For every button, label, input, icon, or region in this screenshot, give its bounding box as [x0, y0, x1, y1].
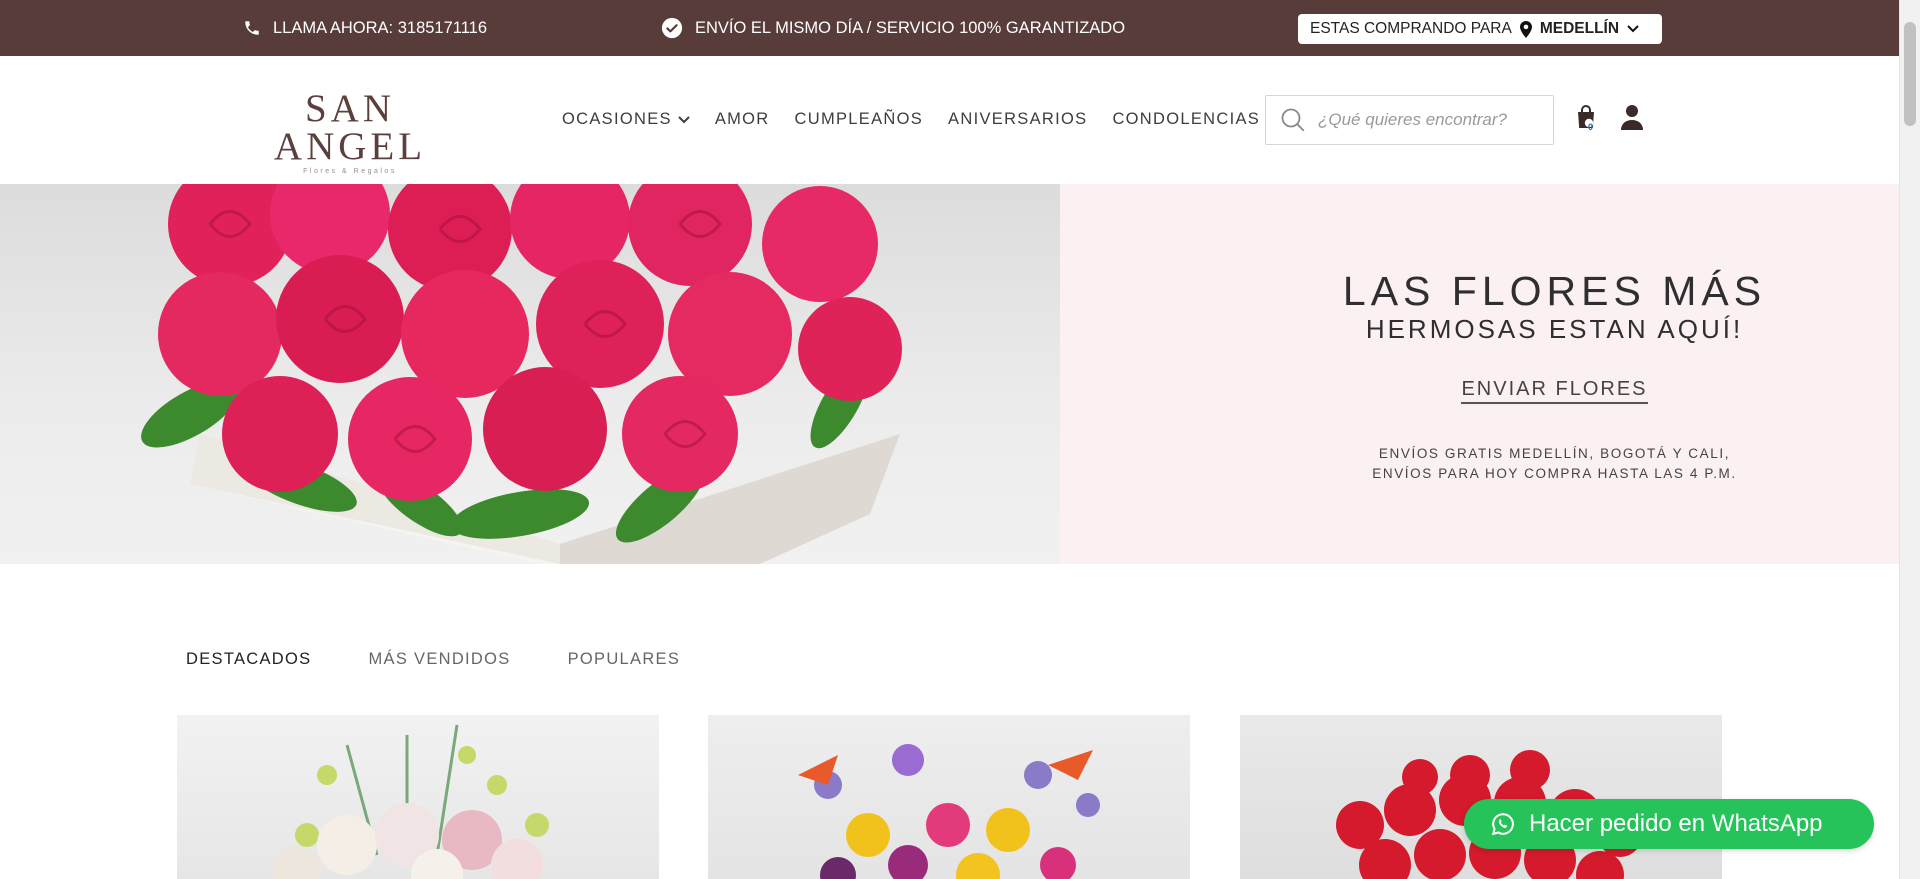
nav-label: CONDOLENCIAS: [1112, 110, 1261, 128]
hero-title: LAS FLORES MÁS: [1342, 268, 1767, 314]
product-card[interactable]: [177, 715, 659, 879]
send-flowers-link[interactable]: ENVIAR FLORES: [1060, 378, 1899, 404]
user-icon: [1620, 105, 1644, 135]
phone-icon: [243, 19, 261, 37]
map-pin-icon: [1519, 20, 1532, 38]
shopping-bag-icon: [1574, 105, 1598, 134]
call-now[interactable]: LLAMA AHORA: 3185171116: [243, 0, 487, 56]
logo-name: SAN ANGEL: [273, 87, 427, 168]
tab-mas-vendidos[interactable]: MÁS VENDIDOS: [368, 650, 510, 669]
nav-item-ocasiones[interactable]: OCASIONES: [562, 110, 690, 129]
logo-tagline: Flores & Regalos: [303, 168, 397, 175]
cart-button[interactable]: 0: [1574, 104, 1602, 136]
search-input[interactable]: [1318, 110, 1538, 130]
product-image: [1336, 750, 1642, 879]
hero-note-line2: ENVÍOS PARA HOY COMPRA HASTA LAS 4 P.M.: [1372, 466, 1737, 481]
search-box[interactable]: [1265, 95, 1554, 145]
account-button[interactable]: [1620, 104, 1644, 132]
check-circle-icon: [661, 17, 683, 39]
shipping-guarantee: ENVÍO EL MISMO DÍA / SERVICIO 100% GARAN…: [661, 0, 1125, 56]
hero-note-line1: ENVÍOS GRATIS MEDELLÍN, BOGOTÁ Y CALI,: [1378, 446, 1731, 461]
nav-label: ANIVERSARIOS: [948, 110, 1088, 128]
city-selector[interactable]: ESTAS COMPRANDO PARA MEDELLÍN: [1298, 14, 1662, 44]
hero-roses-image: [0, 184, 1060, 564]
page: LLAMA AHORA: 3185171116 ENVÍO EL MISMO D…: [0, 0, 1920, 879]
whatsapp-icon: [1491, 812, 1515, 836]
shipping-text: ENVÍO EL MISMO DÍA / SERVICIO 100% GARAN…: [695, 18, 1126, 37]
city-name: MEDELLÍN: [1539, 20, 1620, 37]
scrollbar[interactable]: [1899, 0, 1920, 879]
nav-item-cumpleanos[interactable]: CUMPLEAÑOS: [795, 110, 924, 129]
chevron-down-icon: [1627, 25, 1639, 33]
nav-item-amor[interactable]: AMOR: [715, 110, 770, 129]
top-bar: LLAMA AHORA: 3185171116 ENVÍO EL MISMO D…: [0, 0, 1899, 56]
phone-text: LLAMA AHORA: 3185171116: [273, 18, 488, 37]
nav-label: AMOR: [714, 110, 770, 128]
product-image: [798, 744, 1100, 879]
scrollbar-thumb[interactable]: [1904, 22, 1916, 126]
main-nav: OCASIONES AMOR CUMPLEAÑOS ANIVERSARIOS C…: [562, 110, 1260, 129]
product-card[interactable]: [1240, 715, 1722, 879]
product-card[interactable]: [708, 715, 1190, 879]
nav-label: CUMPLEAÑOS: [794, 110, 924, 128]
product-image: [273, 724, 549, 879]
tab-populares[interactable]: POPULARES: [568, 650, 681, 669]
nav-item-aniversarios[interactable]: ANIVERSARIOS: [948, 110, 1087, 129]
nav-item-condolencias[interactable]: CONDOLENCIAS: [1112, 110, 1260, 129]
send-flowers-label: ENVIAR FLORES: [1461, 378, 1648, 404]
logo[interactable]: SAN ANGEL Flores & Regalos: [244, 87, 456, 175]
cart-count: 0: [1588, 122, 1594, 132]
hero-subtitle: HERMOSAS ESTAN AQUÍ!: [1365, 314, 1744, 344]
chevron-down-icon: [678, 115, 690, 124]
hero-text-panel: LAS FLORES MÁS HERMOSAS ESTAN AQUÍ! ENVI…: [1060, 184, 1899, 564]
nav-label: OCASIONES: [562, 110, 672, 128]
tab-destacados[interactable]: DESTACADOS: [186, 650, 311, 669]
whatsapp-label: Hacer pedido en WhatsApp: [1529, 810, 1823, 837]
whatsapp-order-button[interactable]: Hacer pedido en WhatsApp: [1464, 799, 1874, 849]
hero-banner[interactable]: LAS FLORES MÁS HERMOSAS ESTAN AQUÍ! ENVI…: [0, 184, 1899, 564]
site-header: SAN ANGEL Flores & Regalos OCASIONES AMO…: [0, 56, 1899, 184]
search-icon[interactable]: [1280, 107, 1306, 133]
product-tabs: DESTACADOS MÁS VENDIDOS POPULARES: [186, 650, 680, 669]
buying-for-label: ESTAS COMPRANDO PARA: [1310, 20, 1512, 37]
